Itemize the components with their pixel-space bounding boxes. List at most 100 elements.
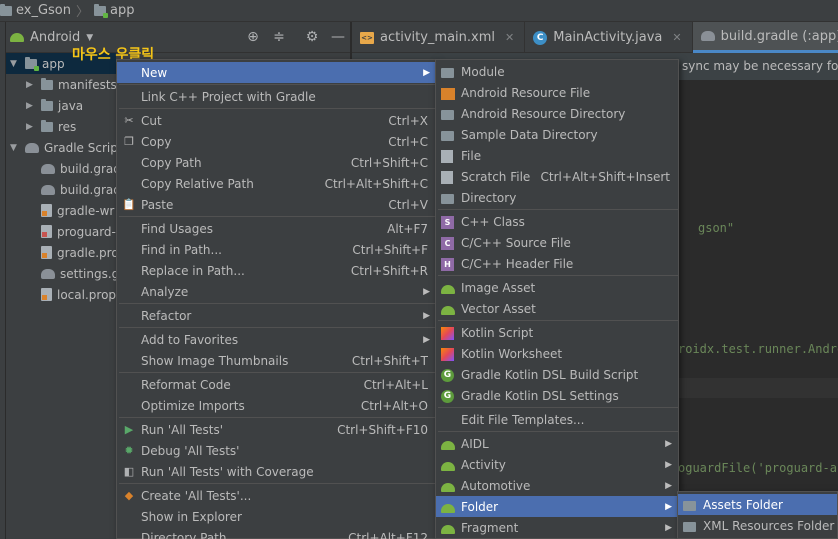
tab-activity-main-xml[interactable]: <> activity_main.xml ✕ [352, 22, 526, 53]
tab-mainactivity-java[interactable]: C MainActivity.java ✕ [525, 22, 693, 53]
menu-separator [438, 209, 678, 210]
menu-item-find-usages[interactable]: Find Usages Alt+F7 [117, 218, 436, 239]
expand-arrow-icon[interactable]: ▼ [10, 59, 20, 69]
tree-item-manifests[interactable]: ▶ manifests [26, 74, 117, 95]
menu-item-debug-all-tests[interactable]: ✹ Debug 'All Tests' [117, 440, 436, 461]
tree-item-res[interactable]: ▶ res [26, 116, 76, 137]
folder-icon [41, 98, 53, 111]
menu-item-c-c-source-file[interactable]: C C/C++ Source File [436, 232, 678, 253]
menu-item-create-all-tests[interactable]: ◆ Create 'All Tests'... [117, 485, 436, 506]
menu-item-gradle-kotlin-dsl-build-script[interactable]: G Gradle Kotlin DSL Build Script [436, 364, 678, 385]
tree-item-gradle-scripts[interactable]: ▼ Gradle Scripts [10, 137, 129, 158]
menu-item-cut[interactable]: ✂ Cut Ctrl+X [117, 110, 436, 131]
menu-item-folder[interactable]: Folder ▶ [436, 496, 678, 517]
breadcrumb-module[interactable]: app [94, 3, 135, 18]
menu-item-sample-data-directory[interactable]: Sample Data Directory [436, 124, 678, 145]
collapse-arrow-icon[interactable]: ▶ [26, 122, 36, 132]
android-icon [441, 284, 455, 294]
menu-item-show-image-thumbnails[interactable]: Show Image Thumbnails Ctrl+Shift+T [117, 350, 436, 371]
menu-item-image-asset[interactable]: Image Asset [436, 277, 678, 298]
icon-slot [441, 170, 455, 184]
tree-item-build-grad[interactable]: build.grad [26, 158, 121, 179]
expand-arrow-icon[interactable]: ▼ [10, 143, 20, 153]
menu-item-refactor[interactable]: Refactor ▶ [117, 305, 436, 326]
menu-item-show-in-explorer[interactable]: Show in Explorer [117, 506, 436, 527]
menu-item-link-c-project-with-gradle[interactable]: Link C++ Project with Gradle [117, 86, 436, 107]
menu-separator [119, 327, 436, 328]
menu-item-label: C/C++ Source File [461, 235, 571, 250]
menu-item-copy-path[interactable]: Copy Path Ctrl+Shift+C [117, 152, 436, 173]
menu-item-add-to-favorites[interactable]: Add to Favorites ▶ [117, 329, 436, 350]
tab-label: build.gradle (:app) [720, 28, 838, 44]
menu-item-new[interactable]: New ▶ [117, 62, 436, 83]
locate-target-icon[interactable]: ⊕ [245, 29, 261, 45]
folder-icon [683, 500, 696, 511]
menu-item-c-class[interactable]: S C++ Class [436, 211, 678, 232]
tree-item-build-grad[interactable]: build.grad [26, 179, 121, 200]
create-config-icon: ◆ [124, 488, 134, 502]
icon-slot [441, 326, 455, 340]
minimize-icon[interactable]: — [330, 29, 346, 45]
menu-item-paste[interactable]: 📋 Paste Ctrl+V [117, 194, 436, 215]
menu-item-kotlin-script[interactable]: Kotlin Script [436, 322, 678, 343]
shortcut-label: Alt+F7 [387, 221, 428, 236]
menu-item-assets-folder[interactable]: Assets Folder [678, 494, 837, 515]
tree-item-gradle-pro[interactable]: gradle.pro [26, 242, 119, 263]
menu-item-run-all-tests-with-coverage[interactable]: ◧ Run 'All Tests' with Coverage [117, 461, 436, 482]
menu-item-android-resource-directory[interactable]: Android Resource Directory [436, 103, 678, 124]
sync-banner-text: sync may be necessary for the [682, 59, 838, 73]
android-icon [441, 503, 455, 513]
menu-item-aidl[interactable]: AIDL ▶ [436, 433, 678, 454]
menu-item-copy[interactable]: ❐ Copy Ctrl+C [117, 131, 436, 152]
menu-item-kotlin-worksheet[interactable]: Kotlin Worksheet [436, 343, 678, 364]
tree-item-proguard[interactable]: proguard- [26, 221, 116, 242]
menu-separator [438, 275, 678, 276]
menu-item-label: Kotlin Script [461, 325, 534, 340]
file-icon [441, 149, 453, 163]
menu-item-directory[interactable]: Directory [436, 187, 678, 208]
menu-item-find-in-path[interactable]: Find in Path... Ctrl+Shift+F [117, 239, 436, 260]
breadcrumb-project[interactable]: ex_Gson [0, 3, 71, 18]
android-icon [441, 461, 455, 471]
tree-item-local-prop[interactable]: local.prop [26, 284, 116, 305]
menu-item-label: Vector Asset [461, 301, 536, 316]
tree-item-gradle-wr[interactable]: gradle-wr [26, 200, 114, 221]
menu-item-reformat-code[interactable]: Reformat Code Ctrl+Alt+L [117, 374, 436, 395]
menu-item-edit-file-templates[interactable]: Edit File Templates... [436, 409, 678, 430]
submenu-arrow-icon: ▶ [665, 480, 672, 491]
folder-icon [41, 119, 53, 132]
menu-item-android-resource-file[interactable]: Android Resource File [436, 82, 678, 103]
menu-item-automotive[interactable]: Automotive ▶ [436, 475, 678, 496]
menu-item-xml-resources-folder[interactable]: XML Resources Folder [678, 515, 837, 536]
tree-item-java[interactable]: ▶ java [26, 95, 83, 116]
menu-item-analyze[interactable]: Analyze ▶ [117, 281, 436, 302]
menu-item-fragment[interactable]: Fragment ▶ [436, 517, 678, 538]
collapse-arrow-icon[interactable]: ▶ [26, 80, 36, 90]
menu-item-replace-in-path[interactable]: Replace in Path... Ctrl+Shift+R [117, 260, 436, 281]
menu-item-gradle-kotlin-dsl-settings[interactable]: G Gradle Kotlin DSL Settings [436, 385, 678, 406]
menu-item-run-all-tests[interactable]: ▶ Run 'All Tests' Ctrl+Shift+F10 [117, 419, 436, 440]
collapse-all-icon[interactable]: ≑ [271, 29, 287, 45]
menu-item-vector-asset[interactable]: Vector Asset [436, 298, 678, 319]
menu-item-label: Paste [141, 197, 174, 212]
menu-item-copy-relative-path[interactable]: Copy Relative Path Ctrl+Alt+Shift+C [117, 173, 436, 194]
menu-item-label: Refactor [141, 308, 192, 323]
close-icon[interactable]: ✕ [505, 31, 514, 44]
menu-item-module[interactable]: Module [436, 61, 678, 82]
menu-item-directory-path[interactable]: Directory Path Ctrl+Alt+F12 [117, 527, 436, 539]
menu-item-optimize-imports[interactable]: Optimize Imports Ctrl+Alt+O [117, 395, 436, 416]
menu-item-activity[interactable]: Activity ▶ [436, 454, 678, 475]
tree-item-settings-g[interactable]: settings.g [26, 263, 119, 284]
menu-item-scratch-file[interactable]: Scratch File Ctrl+Alt+Shift+Insert [436, 166, 678, 187]
menu-item-file[interactable]: File [436, 145, 678, 166]
folder-icon [683, 521, 696, 532]
submenu-arrow-icon: ▶ [665, 438, 672, 449]
close-icon[interactable]: ✕ [672, 31, 681, 44]
tree-item-label: proguard- [57, 224, 116, 239]
tab-build-gradle-app[interactable]: build.gradle (:app)✕ [692, 22, 838, 53]
gear-icon[interactable]: ⚙ [304, 29, 320, 45]
menu-item-c-c-header-file[interactable]: H C/C++ Header File [436, 253, 678, 274]
project-view-selector[interactable]: Android ▼ [10, 30, 93, 45]
collapse-arrow-icon[interactable]: ▶ [26, 101, 36, 111]
code-line: roidx.test.runner.Andro [678, 342, 838, 356]
